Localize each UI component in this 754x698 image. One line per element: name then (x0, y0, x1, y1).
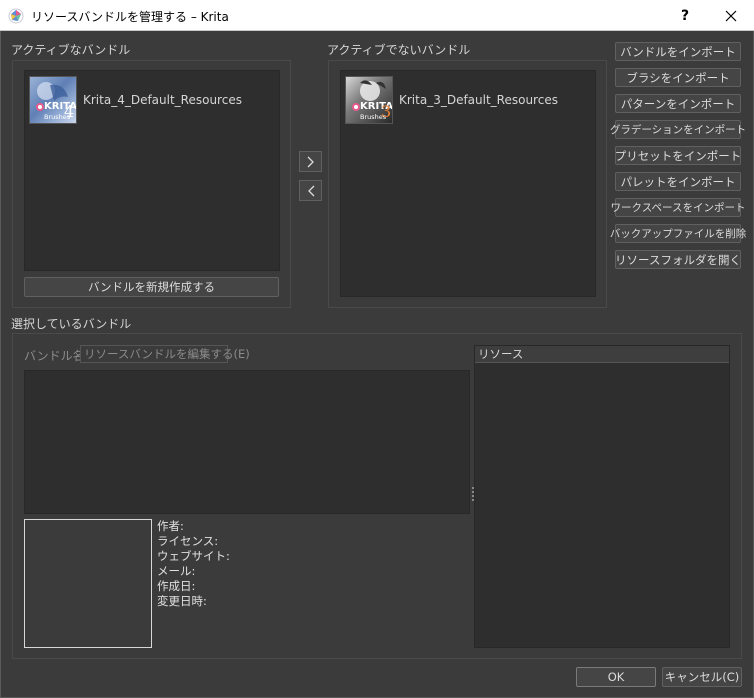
license-label: ライセンス: (157, 534, 219, 548)
import-brushes-button[interactable]: ブラシをインポート (615, 68, 741, 87)
edit-bundle-button[interactable]: リソースバンドルを編集する(E) (80, 345, 250, 363)
title-bar: リソースバンドルを管理する – Krita ? (0, 0, 754, 31)
resources-tree[interactable]: リソース (474, 345, 730, 648)
delete-backup-files-button[interactable]: バックアップファイルを削除 (610, 224, 746, 243)
ok-button[interactable]: OK (576, 667, 656, 687)
inactive-bundles-label: アクティブでないバンドル (327, 43, 471, 57)
close-button[interactable] (708, 0, 754, 31)
updated-label: 変更日時: (157, 594, 207, 608)
chevron-left-icon (307, 185, 314, 196)
bundle-item-krita3[interactable]: KRITA 3 Brushes Krita_3_Default_Resource… (345, 75, 558, 125)
open-resource-folder-button[interactable]: リソースフォルダを開く (615, 250, 741, 269)
bundle-name: Krita_4_Default_Resources (83, 93, 242, 107)
import-bundle-button[interactable]: バンドルをインポート (615, 42, 741, 61)
author-label: 作者: (157, 519, 184, 533)
krita-logo-icon (8, 8, 24, 24)
created-label: 作成日: (157, 579, 196, 593)
website-label: ウェブサイト: (157, 549, 230, 563)
active-bundles-label: アクティブなバンドル (11, 43, 131, 57)
bundle-thumbnail: KRITA 4 Brushes (29, 76, 77, 124)
inactive-bundles-list[interactable]: KRITA 3 Brushes Krita_3_Default_Resource… (340, 70, 596, 297)
import-patterns-button[interactable]: パターンをインポート (615, 94, 741, 113)
resources-header: リソース (475, 346, 729, 363)
close-icon (725, 10, 737, 21)
email-label: メール: (157, 564, 196, 578)
bundle-name-label: バンドル名 (24, 349, 85, 363)
help-button[interactable]: ? (662, 0, 708, 31)
selected-bundle-label: 選択しているバンドル (11, 317, 132, 331)
import-palettes-button[interactable]: パレットをインポート (615, 172, 741, 191)
bundle-name: Krita_3_Default_Resources (399, 93, 558, 107)
cancel-button[interactable]: キャンセル(C) (662, 667, 742, 687)
thumbnail-subtitle: Brushes (44, 113, 71, 121)
chevron-right-icon (307, 156, 314, 167)
import-workspaces-button[interactable]: ワークスペースをインポート (611, 198, 745, 217)
bundle-preview (24, 519, 152, 648)
activate-bundle-button[interactable] (299, 151, 322, 172)
bundle-thumbnail: KRITA 3 Brushes (345, 76, 393, 124)
bundle-description (24, 370, 470, 514)
bundle-item-krita4[interactable]: KRITA 4 Brushes Krita_4_Default_Resource… (29, 75, 242, 125)
import-presets-button[interactable]: プリセットをインポート (615, 146, 741, 165)
thumbnail-subtitle: Brushes (360, 113, 387, 121)
deactivate-bundle-button[interactable] (299, 180, 322, 201)
window-title: リソースバンドルを管理する – Krita (31, 10, 229, 24)
active-bundles-list[interactable]: KRITA 4 Brushes Krita_4_Default_Resource… (24, 70, 280, 271)
import-gradients-button[interactable]: グラデーションをインポート (610, 120, 746, 139)
create-bundle-button[interactable]: バンドルを新規作成する (24, 277, 279, 297)
